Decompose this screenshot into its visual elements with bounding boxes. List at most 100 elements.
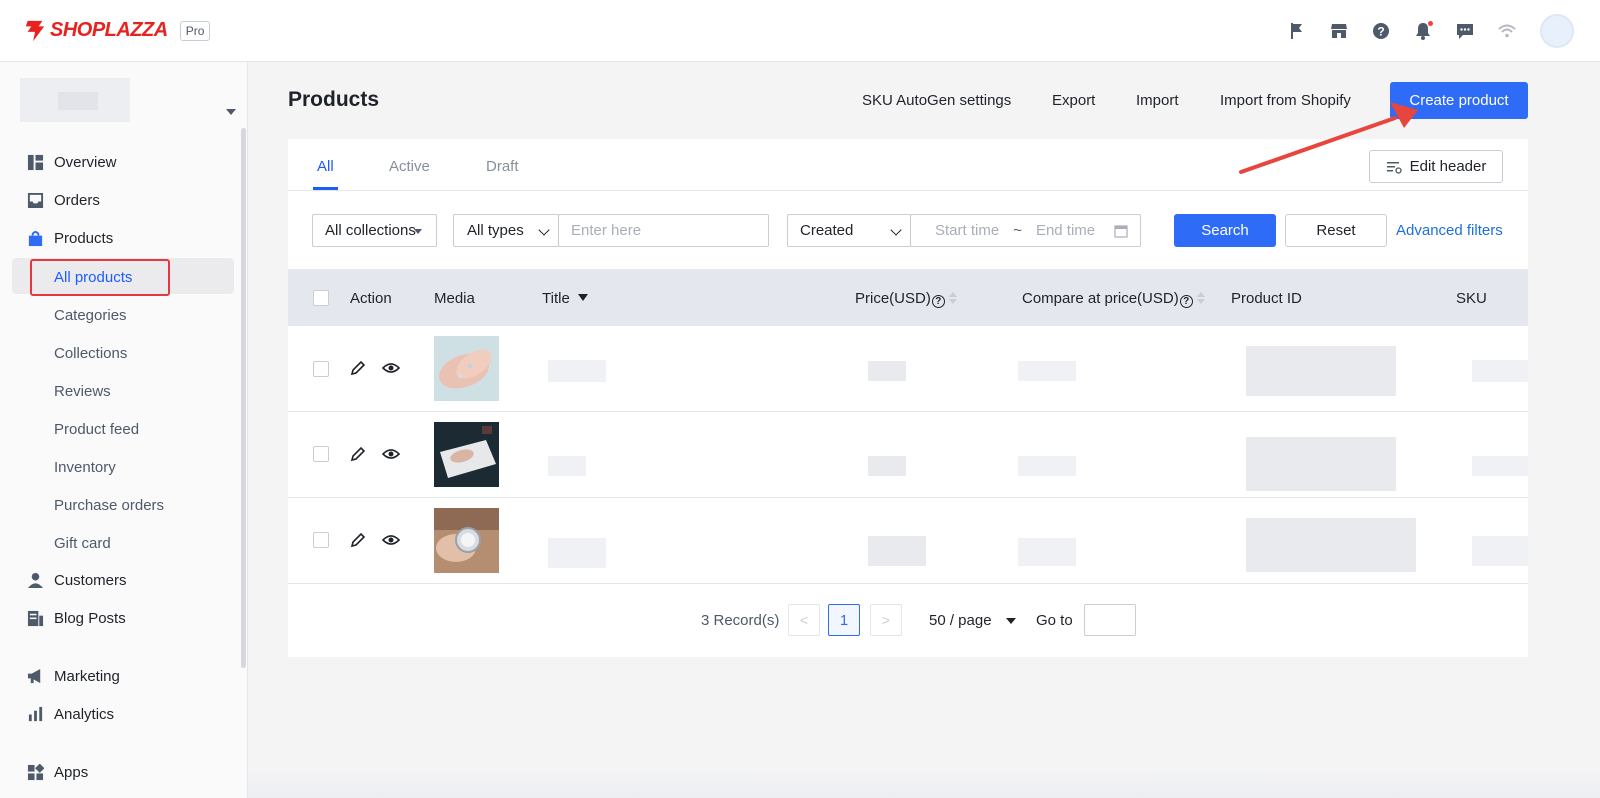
column-title[interactable]: Title [542,290,588,307]
sidebar-item-orders[interactable]: Orders [0,182,240,218]
view-eye-icon[interactable] [381,445,401,463]
svg-text:?: ? [1377,25,1384,39]
edit-pencil-icon[interactable] [349,531,367,549]
sort-icon[interactable] [948,291,957,305]
sidebar-subitem-gift-card[interactable]: Gift card [54,525,111,561]
sort-down-icon [577,294,588,301]
reset-button[interactable]: Reset [1285,214,1387,247]
plan-badge: Pro [179,20,211,41]
sidebar-subitem-categories[interactable]: Categories [54,297,127,333]
view-eye-icon[interactable] [381,531,401,549]
chat-icon[interactable] [1444,10,1486,52]
column-title-label: Title [542,290,570,307]
bell-icon[interactable] [1402,10,1444,52]
help-icon[interactable]: ? [931,295,945,308]
view-eye-icon[interactable] [381,359,401,377]
edit-header-button[interactable]: Edit header [1369,150,1503,183]
store-icon[interactable] [1318,10,1360,52]
import-from-shopify-link[interactable]: Import from Shopify [1220,92,1351,109]
sidebar-item-label: Analytics [54,705,115,723]
top-bar: SHOPLAZZA Pro ? [0,0,1600,62]
sidebar-subitem-purchase-orders[interactable]: Purchase orders [54,487,164,523]
date-field-select[interactable]: Created [787,214,911,247]
product-thumbnail[interactable] [434,336,499,401]
tab-draft[interactable]: Draft [486,158,519,175]
column-action: Action [350,290,392,307]
user-avatar[interactable] [1540,14,1574,48]
sidebar-item-label: Apps [54,763,89,781]
sidebar-subitem-collections[interactable]: Collections [54,335,127,371]
start-time-placeholder: Start time [935,222,1000,239]
table-row[interactable] [288,498,1528,584]
goto-page-input[interactable] [1084,604,1136,636]
page-button-current[interactable]: 1 [828,604,860,636]
sidebar-item-label: Blog Posts [54,609,126,627]
sidebar-item-blog-posts[interactable]: Blog Posts [0,600,240,636]
range-separator: ~ [1013,222,1022,239]
column-product-id: Product ID [1231,290,1302,307]
export-link[interactable]: Export [1052,92,1095,109]
edit-columns-icon [1386,161,1402,174]
types-select[interactable]: All types [453,214,559,247]
select-all-checkbox[interactable] [313,290,329,306]
store-selector[interactable] [18,76,236,124]
keyword-search-input[interactable]: Enter here [558,214,769,247]
edit-pencil-icon[interactable] [349,445,367,463]
product-thumbnail[interactable] [434,422,499,487]
tabs-divider [288,190,1528,191]
help-icon[interactable]: ? [1179,295,1193,308]
flag-icon[interactable] [1276,10,1318,52]
row-checkbox[interactable] [313,361,329,377]
column-compare-label: Compare at price(USD) [1022,290,1179,307]
logo[interactable]: SHOPLAZZA Pro [24,19,211,43]
next-page-button[interactable]: > [870,604,902,636]
inbox-icon [26,191,44,209]
sidebar-item-apps[interactable]: Apps [0,754,240,790]
search-button[interactable]: Search [1174,214,1276,247]
column-compare-at-price[interactable]: Compare at price(USD)? [1022,290,1205,308]
row-checkbox[interactable] [313,446,329,462]
collections-value: All collections [325,222,416,239]
sidebar-subitem-reviews[interactable]: Reviews [54,373,111,409]
import-link[interactable]: Import [1136,92,1179,109]
prev-page-button[interactable]: < [788,604,820,636]
product-thumbnail[interactable] [434,508,499,573]
sidebar-item-label: Marketing [54,667,120,685]
collections-select[interactable]: All collections [312,214,437,247]
wifi-icon[interactable] [1486,10,1528,52]
sidebar-scrollbar[interactable] [241,128,246,668]
caret-down-icon [1006,618,1016,624]
goto-label: Go to [1036,612,1073,629]
edit-pencil-icon[interactable] [349,359,367,377]
calendar-icon [1114,225,1128,238]
megaphone-icon [26,667,44,685]
help-icon[interactable]: ? [1360,10,1402,52]
create-product-button[interactable]: Create product [1390,82,1528,119]
products-card: All Active Draft Edit header All collect… [288,139,1528,657]
sku-autogen-settings-link[interactable]: SKU AutoGen settings [862,92,1011,109]
sidebar-item-label: Customers [54,571,127,589]
sidebar-item-label: Orders [54,191,100,209]
sidebar-item-marketing[interactable]: Marketing [0,658,240,694]
end-time-placeholder: End time [1035,222,1096,239]
sidebar-item-overview[interactable]: Overview [0,144,240,180]
sidebar-item-products[interactable]: Products [0,220,240,256]
table-row[interactable] [288,412,1528,498]
sidebar-subitem-inventory[interactable]: Inventory [54,449,116,485]
chevron-down-icon [538,224,550,236]
row-checkbox[interactable] [313,532,329,548]
page-size-select[interactable]: 50 / page [929,612,992,629]
tab-active[interactable]: Active [389,158,430,175]
annotation-highlight-box [30,259,170,296]
sidebar-subitem-product-feed[interactable]: Product feed [54,411,139,447]
sidebar-item-analytics[interactable]: Analytics [0,696,240,732]
column-price-label: Price(USD) [855,290,931,307]
sidebar-item-customers[interactable]: Customers [0,562,240,598]
sort-icon[interactable] [1196,291,1205,305]
table-row[interactable] [288,326,1528,412]
date-range-picker[interactable]: Start time ~ End time [910,214,1141,247]
column-price[interactable]: Price(USD)? [855,290,957,308]
hands-rings-photo [434,336,499,401]
tab-all[interactable]: All [317,158,334,175]
advanced-filters-link[interactable]: Advanced filters [1396,222,1503,239]
